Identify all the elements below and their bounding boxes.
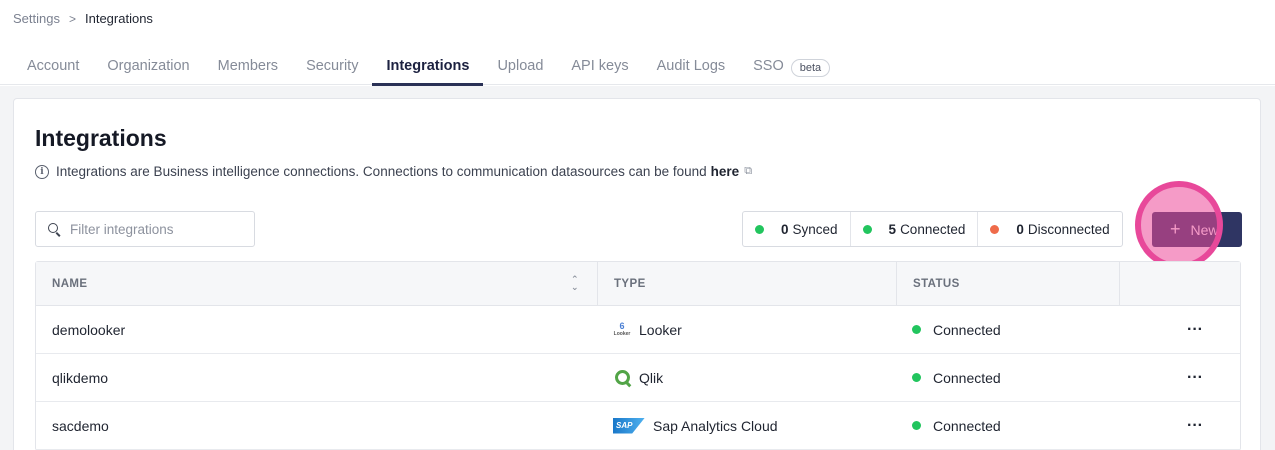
status-label: Connected: [933, 369, 1001, 386]
qlik-logo-shape: [614, 370, 630, 385]
status-dot-icon: [912, 325, 921, 334]
sort-icon[interactable]: ⌃ ⌄: [571, 275, 579, 292]
more-options-icon[interactable]: ···: [1135, 417, 1203, 435]
table-row[interactable]: demolooker 6 Looker Looker Connected ···: [36, 306, 1240, 354]
column-header-status: STATUS: [896, 262, 1119, 305]
integrations-card: Integrations i Integrations are Business…: [13, 98, 1261, 450]
chevron-right-icon: >: [68, 11, 76, 26]
type-label: Qlik: [639, 369, 664, 386]
tab-audit-logs[interactable]: Audit Logs: [643, 50, 740, 85]
external-link-icon[interactable]: ⧉: [744, 165, 752, 178]
summary-label: Synced: [792, 221, 838, 237]
status-dot-icon: [912, 373, 921, 382]
info-text: Integrations are Business intelligence c…: [56, 164, 707, 179]
integration-name[interactable]: demolooker: [36, 306, 597, 353]
new-button-label: New: [1190, 221, 1219, 238]
summary-count: 0: [1016, 221, 1024, 237]
more-options-icon[interactable]: ···: [1135, 369, 1203, 387]
column-header-name[interactable]: NAME ⌃ ⌄: [36, 262, 597, 305]
settings-header: Settings > Integrations Account Organiza…: [0, 0, 1275, 86]
integrations-table: NAME ⌃ ⌄ TYPE STATUS demolooker 6 Looker …: [35, 261, 1241, 450]
tab-security[interactable]: Security: [292, 50, 372, 85]
tab-organization[interactable]: Organization: [93, 50, 203, 85]
row-actions: ···: [1119, 354, 1240, 401]
column-header-type: TYPE: [597, 262, 896, 305]
summary-count: 0: [781, 221, 789, 237]
breadcrumb-current: Integrations: [85, 11, 153, 26]
status-label: Connected: [933, 321, 1001, 338]
main-content: Integrations i Integrations are Business…: [0, 86, 1275, 450]
search-icon: [48, 222, 61, 236]
info-icon: i: [35, 164, 49, 179]
integration-status: Connected: [896, 306, 1119, 353]
info-here-link[interactable]: here: [711, 164, 740, 179]
tab-sso-label: SSO: [753, 58, 784, 74]
plus-icon: +: [1170, 219, 1181, 239]
type-label: Looker: [639, 321, 682, 338]
table-row[interactable]: sacdemo SAP Sap Analytics Cloud Connecte…: [36, 402, 1240, 450]
status-summary: 0 Synced 5 Connected 0 Disconnected: [742, 211, 1123, 247]
tab-integrations[interactable]: Integrations: [372, 50, 484, 86]
new-integration-button[interactable]: + New: [1152, 212, 1242, 247]
summary-count: 5: [888, 221, 897, 237]
breadcrumb: Settings > Integrations: [13, 11, 153, 26]
status-label: Connected: [933, 417, 1001, 434]
integration-name[interactable]: qlikdemo: [36, 354, 597, 401]
summary-synced[interactable]: 0 Synced: [743, 212, 850, 246]
integration-type: Qlik: [597, 354, 896, 401]
table-row[interactable]: qlikdemo Qlik Connected ···: [36, 354, 1240, 402]
tab-account[interactable]: Account: [13, 50, 93, 85]
status-dot-icon: [862, 224, 872, 234]
integration-status: Connected: [896, 402, 1119, 449]
type-label: Sap Analytics Cloud: [653, 417, 778, 434]
summary-label: Disconnected: [1027, 221, 1110, 237]
summary-connected[interactable]: 5 Connected: [849, 212, 978, 246]
looker-icon-caption: Looker: [613, 330, 631, 337]
integration-type: SAP Sap Analytics Cloud: [597, 402, 896, 449]
row-actions: ···: [1119, 306, 1240, 353]
status-dot-icon: [912, 421, 921, 430]
tab-api-keys[interactable]: API keys: [557, 50, 642, 85]
breadcrumb-settings[interactable]: Settings: [13, 11, 60, 26]
tab-sso[interactable]: SSO beta: [739, 50, 844, 85]
looker-icon-glyph: 6: [619, 320, 625, 331]
qlik-icon: [613, 369, 631, 387]
looker-icon: 6 Looker: [613, 321, 631, 339]
row-actions: ···: [1119, 402, 1240, 449]
settings-tabs: Account Organization Members Security In…: [13, 50, 844, 86]
filter-input[interactable]: [70, 221, 240, 237]
page-title: Integrations: [35, 125, 167, 151]
sap-icon: SAP: [613, 417, 645, 434]
filter-integrations[interactable]: [35, 211, 255, 247]
more-options-icon[interactable]: ···: [1135, 321, 1203, 339]
integration-name[interactable]: sacdemo: [36, 402, 597, 449]
beta-badge: beta: [790, 59, 831, 77]
summary-label: Connected: [900, 221, 966, 237]
summary-disconnected[interactable]: 0 Disconnected: [977, 212, 1121, 246]
integration-status: Connected: [896, 354, 1119, 401]
status-dot-icon: [990, 224, 1000, 234]
tab-members[interactable]: Members: [204, 50, 292, 85]
status-dot-icon: [755, 224, 764, 234]
info-message: i Integrations are Business intelligence…: [35, 164, 752, 179]
column-header-label: NAME: [52, 277, 88, 290]
table-header: NAME ⌃ ⌄ TYPE STATUS: [36, 262, 1240, 306]
integration-type: 6 Looker Looker: [597, 306, 896, 353]
tab-upload[interactable]: Upload: [483, 50, 557, 85]
column-header-actions: [1119, 262, 1240, 305]
